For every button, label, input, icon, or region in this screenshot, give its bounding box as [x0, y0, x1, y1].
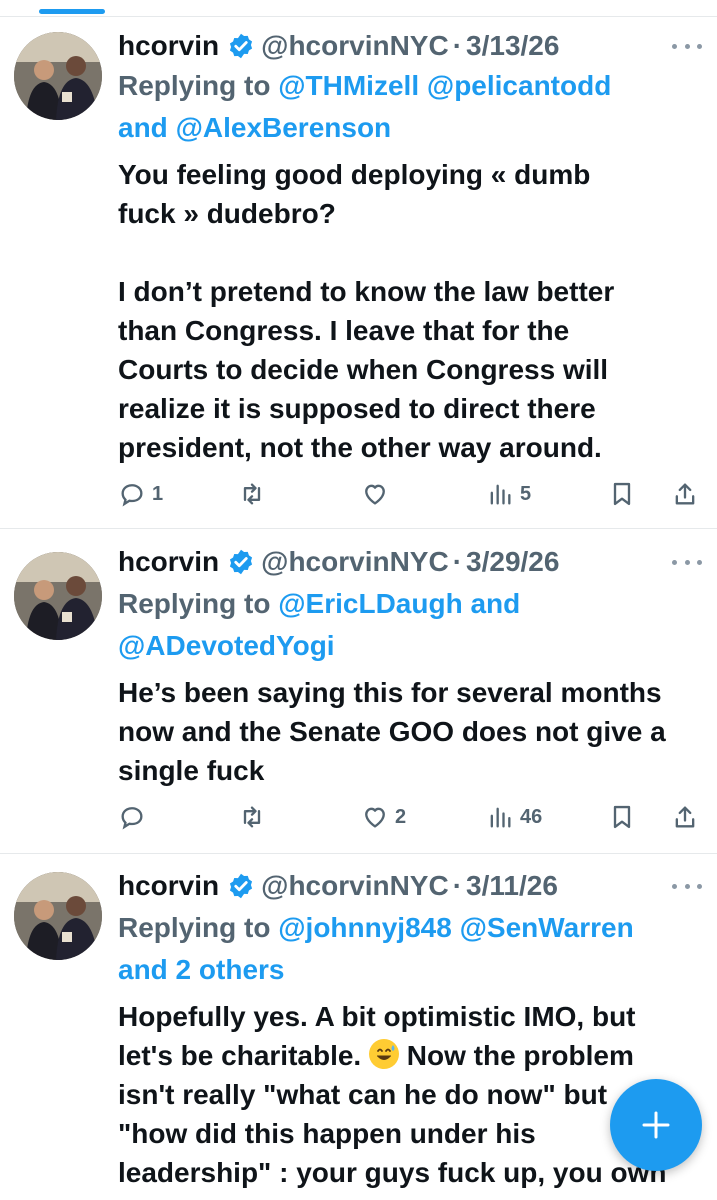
tweet-text-rest: isn't really "what can he do now" but "h…	[118, 1079, 667, 1188]
more-options-icon[interactable]	[672, 41, 702, 51]
replying-prefix: Replying to	[118, 912, 279, 943]
tweet-text-line: Hopefully yes. A bit optimistic IMO, but	[118, 1001, 636, 1032]
mention-link[interactable]: @AlexBerenson	[176, 112, 392, 143]
tweet-header: hcorvin @hcorvinNYC · 3/29/26	[118, 542, 559, 582]
mention-link[interactable]: @SenWarren	[460, 912, 634, 943]
replying-prefix: Replying to	[118, 588, 279, 619]
replying-prefix: Replying to	[118, 70, 279, 101]
more-options-icon[interactable]	[672, 881, 702, 891]
verified-badge-icon	[227, 548, 255, 576]
replying-and: and	[470, 588, 521, 619]
replying-to: Replying to @johnnyj848 @SenWarren and 2…	[118, 907, 678, 991]
like-count: 2	[395, 805, 407, 828]
handle[interactable]: @hcorvinNYC	[261, 870, 449, 902]
reply-count: 1	[152, 482, 164, 505]
mention-link[interactable]: @EricLDaugh	[278, 588, 462, 619]
tweet-text-line: Now the problem	[398, 1040, 634, 1071]
tweet-text: You feeling good deploying « dumb fuck »…	[118, 159, 615, 463]
verified-badge-icon	[227, 32, 255, 60]
share-button[interactable]	[671, 800, 699, 834]
analytics-icon	[490, 484, 511, 505]
avatar-photo-icon	[14, 872, 102, 960]
timestamp[interactable]: 3/11/26	[466, 870, 558, 902]
divider	[0, 528, 717, 529]
avatar[interactable]	[14, 32, 102, 120]
verified-badge-icon	[227, 872, 255, 900]
avatar[interactable]	[14, 872, 102, 960]
share-button[interactable]	[671, 477, 699, 511]
heart-icon	[365, 807, 385, 828]
retweet-icon	[243, 483, 261, 505]
reply-icon	[121, 807, 143, 830]
replying-to: Replying to @THMizell @pelicantodd and @…	[118, 65, 678, 149]
analytics-icon	[490, 807, 511, 828]
bookmark-button[interactable]	[608, 477, 636, 511]
tweet-text: He’s been saying this for several months…	[118, 677, 666, 786]
reply-button[interactable]	[118, 800, 152, 834]
divider	[0, 16, 717, 17]
views-button[interactable]: 46	[486, 800, 542, 834]
retweet-button[interactable]	[238, 477, 272, 511]
bookmark-icon	[613, 482, 631, 506]
tweet-actions: 2 46	[118, 800, 703, 834]
separator-dot: ·	[452, 30, 463, 61]
mention-link[interactable]: @ADevotedYogi	[118, 630, 335, 661]
display-name[interactable]: hcorvin	[118, 870, 219, 902]
timestamp[interactable]: 3/13/26	[466, 30, 559, 62]
grinning-sweat-emoji-icon	[368, 1039, 399, 1069]
replying-to: Replying to @EricLDaugh and @ADevotedYog…	[118, 583, 678, 667]
tweet-header: hcorvin @hcorvinNYC · 3/13/26	[118, 26, 559, 66]
more-mentions-link[interactable]: and 2 others	[118, 954, 284, 985]
mention-link[interactable]: @pelicantodd	[427, 70, 611, 101]
replying-and: and	[118, 112, 168, 143]
view-count: 5	[520, 482, 532, 505]
bookmark-icon	[613, 805, 631, 829]
mention-link[interactable]: @THMizell	[278, 70, 419, 101]
reply-icon	[121, 484, 143, 507]
compose-button[interactable]	[610, 1079, 702, 1171]
share-icon	[675, 806, 695, 828]
handle[interactable]: @hcorvinNYC	[261, 30, 449, 62]
like-button[interactable]	[361, 477, 395, 511]
bookmark-button[interactable]	[608, 800, 636, 834]
divider	[0, 853, 717, 854]
display-name[interactable]: hcorvin	[118, 546, 219, 578]
views-button[interactable]: 5	[486, 477, 531, 511]
like-button[interactable]: 2	[361, 800, 406, 834]
handle[interactable]: @hcorvinNYC	[261, 546, 449, 578]
share-icon	[675, 483, 695, 505]
active-tab-indicator	[39, 9, 105, 14]
more-options-icon[interactable]	[672, 557, 702, 567]
heart-icon	[365, 484, 385, 505]
separator-dot: ·	[452, 870, 463, 901]
avatar-photo-icon	[14, 32, 102, 120]
tweet-header: hcorvin @hcorvinNYC · 3/11/26	[118, 866, 558, 906]
plus-icon	[642, 1111, 670, 1139]
separator-dot: ·	[452, 546, 463, 577]
retweet-button[interactable]	[238, 800, 272, 834]
timestamp[interactable]: 3/29/26	[466, 546, 559, 578]
tweet-actions: 1 5	[118, 477, 703, 511]
view-count: 46	[520, 805, 543, 828]
display-name[interactable]: hcorvin	[118, 30, 219, 62]
avatar[interactable]	[14, 552, 102, 640]
retweet-icon	[243, 806, 261, 828]
avatar-photo-icon	[14, 552, 102, 640]
tweet-text-line: let's be charitable.	[118, 1040, 362, 1071]
mention-link[interactable]: @johnnyj848	[278, 912, 452, 943]
reply-button[interactable]: 1	[118, 477, 163, 511]
